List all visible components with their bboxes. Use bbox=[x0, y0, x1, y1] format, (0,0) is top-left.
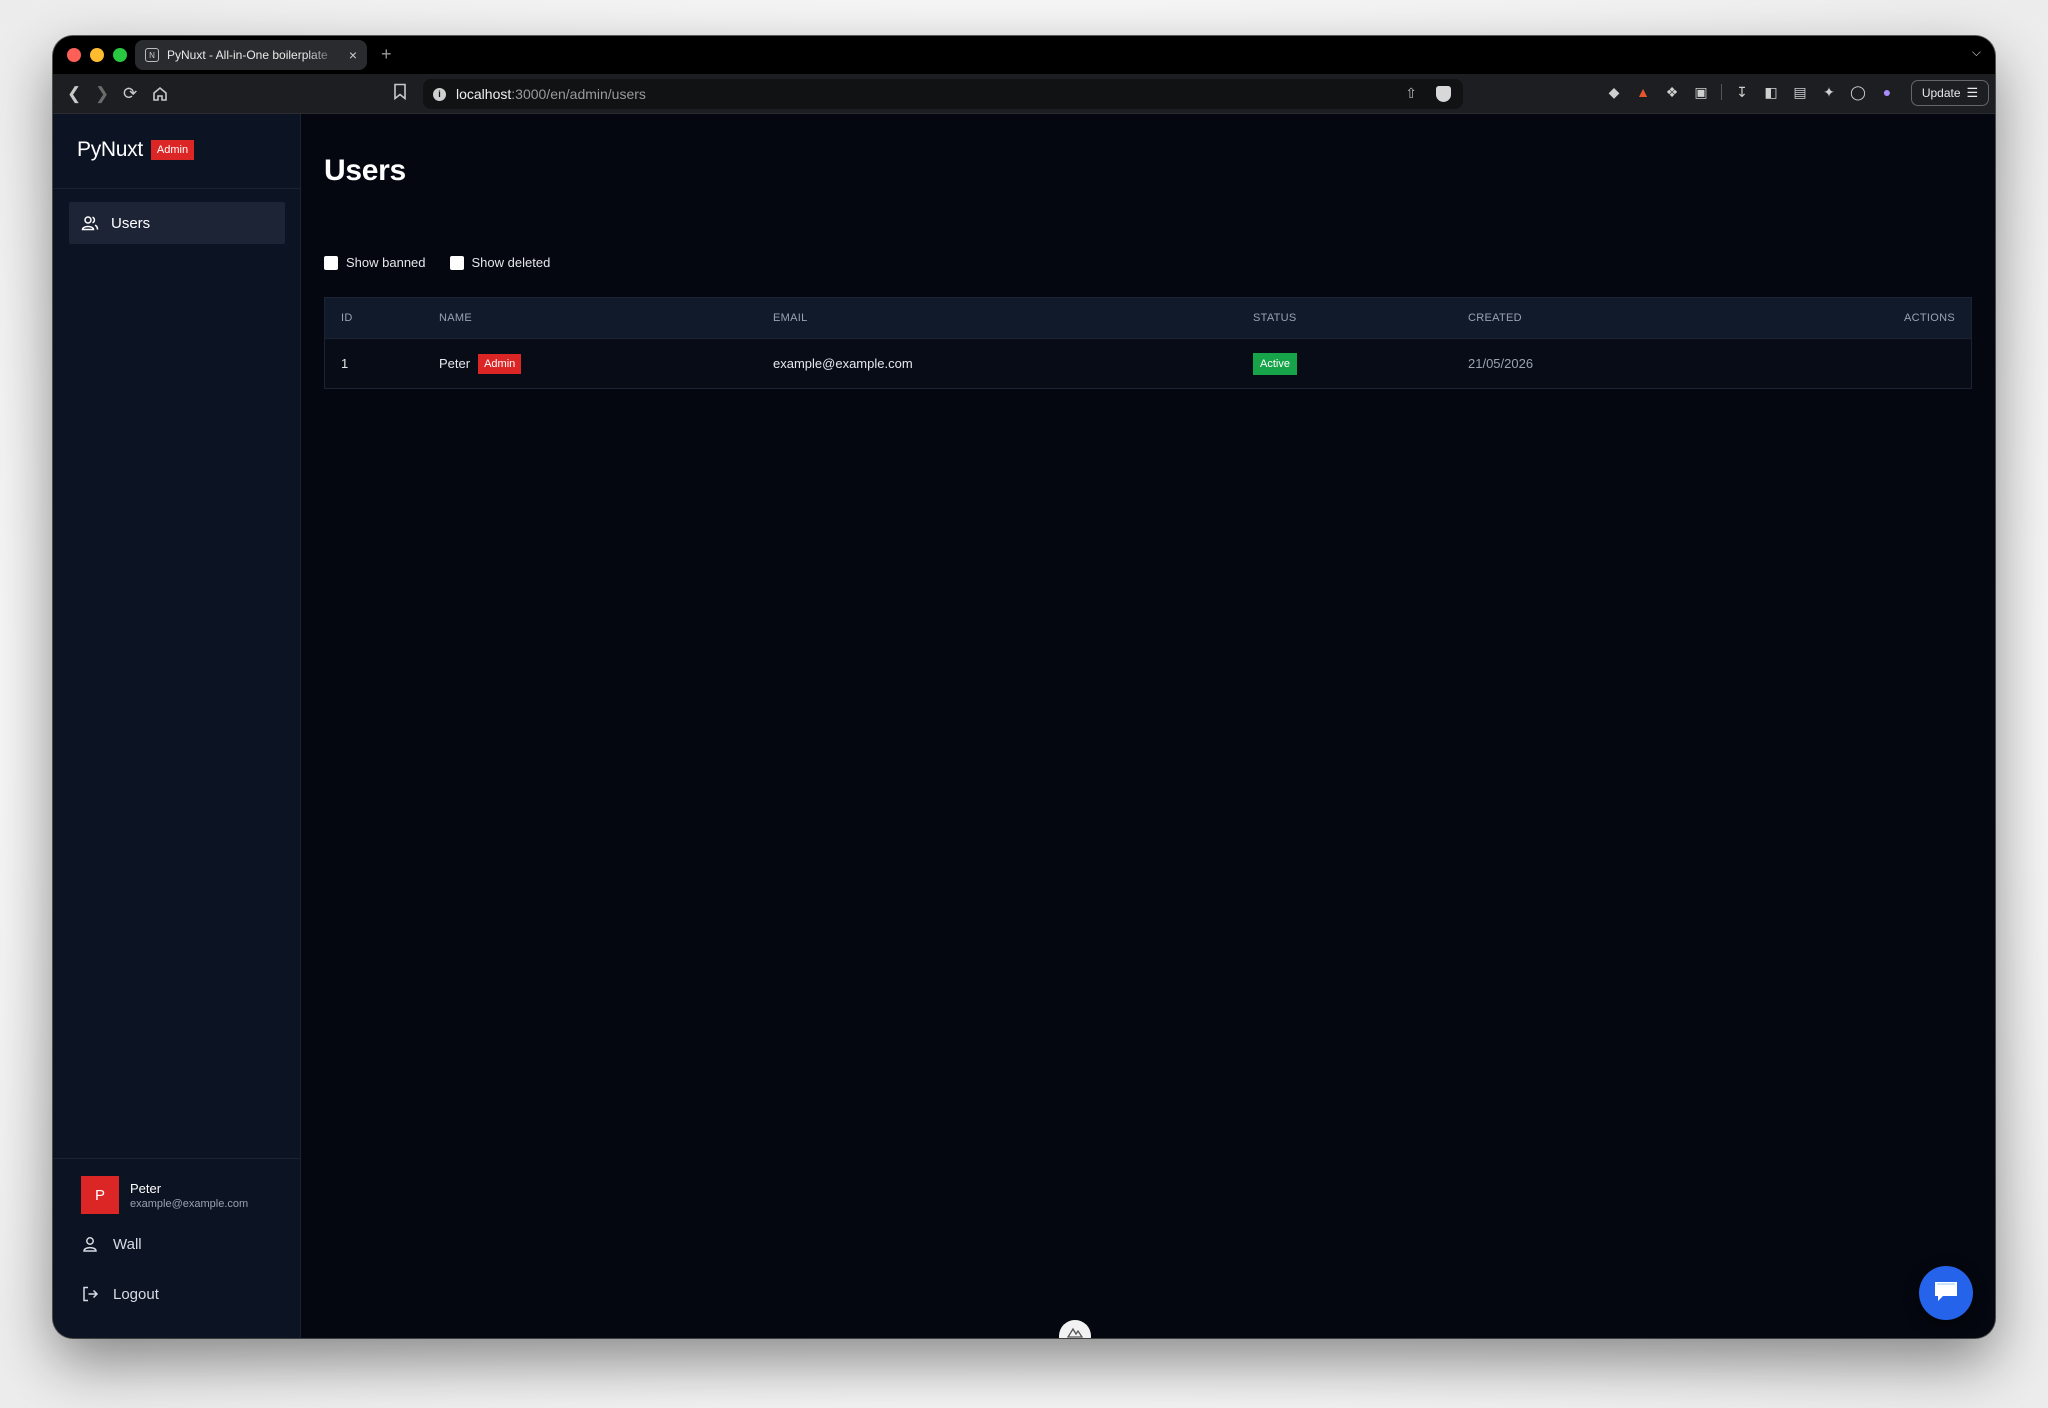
home-icon[interactable] bbox=[151, 82, 169, 103]
cell-id: 1 bbox=[341, 356, 349, 371]
user-icon bbox=[81, 1235, 99, 1253]
brand[interactable]: PyNuxt Admin bbox=[77, 138, 195, 162]
show-deleted-checkbox[interactable] bbox=[449, 255, 464, 270]
url-path: :3000/en/admin/users bbox=[511, 86, 646, 102]
users-table: ID NAME EMAIL STATUS CREATED ACTIONS 1 P… bbox=[324, 297, 1972, 389]
sidebar-link-label: Logout bbox=[113, 1285, 159, 1303]
tab-close-icon[interactable]: × bbox=[349, 47, 357, 63]
admin-badge: Admin bbox=[150, 140, 195, 160]
cell-name: Peter Admin bbox=[439, 353, 773, 374]
extensions-puzzle-icon[interactable]: ❖ bbox=[1663, 83, 1681, 101]
brave-shield-icon[interactable] bbox=[1436, 86, 1451, 102]
status-badge: Active bbox=[1253, 352, 1297, 375]
nuxt-logo-icon bbox=[1066, 1325, 1084, 1338]
reload-icon[interactable]: ⟳ bbox=[123, 82, 137, 106]
minimize-window-button[interactable] bbox=[90, 48, 104, 62]
address-bar[interactable]: i localhost:3000/en/admin/users ⇧ bbox=[423, 79, 1463, 109]
back-icon[interactable]: ❮ bbox=[67, 82, 81, 106]
favicon-icon: N bbox=[145, 48, 159, 62]
chat-bubble-icon bbox=[1932, 1278, 1960, 1309]
extension-icons: ◆ ▲ ❖ ▣ ↧ ◧ ▤ ✦ ◯ ● bbox=[1605, 83, 1896, 101]
sidebar-item-users[interactable]: Users bbox=[69, 202, 285, 244]
sidebar-divider bbox=[53, 1158, 300, 1159]
update-button[interactable]: Update ☰ bbox=[1911, 80, 1989, 106]
user-name: Peter bbox=[439, 356, 471, 371]
close-window-button[interactable] bbox=[67, 48, 81, 62]
wallet-icon[interactable]: ▤ bbox=[1791, 83, 1809, 101]
extension-diamond-icon[interactable]: ◆ bbox=[1605, 83, 1623, 101]
leo-ai-icon[interactable]: ✦ bbox=[1820, 83, 1838, 101]
profile-globe-icon[interactable]: ● bbox=[1878, 83, 1896, 101]
profile-info: Peter example@example.com bbox=[130, 1181, 248, 1210]
show-banned-filter[interactable]: Show banned bbox=[324, 255, 426, 270]
show-deleted-filter[interactable]: Show deleted bbox=[449, 255, 551, 270]
menu-hamburger-icon: ☰ bbox=[1966, 85, 1979, 100]
toolbar-separator bbox=[1721, 84, 1722, 100]
extension-box-icon[interactable]: ▣ bbox=[1692, 83, 1710, 101]
nuxt-devtools-button[interactable] bbox=[1059, 1320, 1091, 1338]
cell-status: Active bbox=[1253, 352, 1468, 375]
cell-email: example@example.com bbox=[773, 356, 913, 371]
window-controls bbox=[67, 48, 127, 62]
extension-fox-icon[interactable]: ▲ bbox=[1634, 83, 1652, 101]
browser-toolbar: ❮ ❯ ⟳ i localhost:3000/en/admin/users ⇧ … bbox=[53, 74, 1995, 114]
bookmark-icon[interactable] bbox=[393, 83, 407, 105]
browser-window: N PyNuxt - All-in-One boilerplate × + ⌵ … bbox=[53, 36, 1995, 1338]
browser-tab[interactable]: N PyNuxt - All-in-One boilerplate × bbox=[135, 40, 367, 70]
filter-label: Show banned bbox=[346, 255, 426, 270]
cell-created: 21/05/2026 bbox=[1468, 356, 1534, 371]
sidebar-link-logout[interactable]: Logout bbox=[81, 1285, 159, 1303]
url-host: localhost bbox=[456, 86, 512, 102]
tab-list-chevron-icon[interactable]: ⌵ bbox=[1972, 45, 1981, 60]
column-header-id[interactable]: ID bbox=[325, 312, 439, 324]
share-icon[interactable]: ⇧ bbox=[1405, 85, 1417, 102]
user-profile[interactable]: P Peter example@example.com bbox=[81, 1176, 248, 1214]
role-badge: Admin bbox=[478, 353, 522, 374]
column-header-created[interactable]: CREATED bbox=[1468, 312, 1768, 324]
sidebar: PyNuxt Admin Users P Peter example@examp… bbox=[53, 114, 301, 1338]
sidebar-link-label: Wall bbox=[113, 1235, 142, 1253]
sidebar-divider bbox=[53, 188, 300, 189]
update-label: Update bbox=[1921, 86, 1961, 100]
chat-button[interactable] bbox=[1919, 1266, 1973, 1320]
sidebar-toggle-icon[interactable]: ◧ bbox=[1762, 83, 1780, 101]
app-root: PyNuxt Admin Users P Peter example@examp… bbox=[53, 114, 1995, 1338]
column-header-actions: ACTIONS bbox=[1904, 312, 1955, 324]
column-header-email[interactable]: EMAIL bbox=[773, 312, 1253, 324]
users-icon bbox=[81, 214, 99, 232]
vpn-shield-icon[interactable]: ◯ bbox=[1849, 83, 1867, 101]
filter-label: Show deleted bbox=[471, 255, 551, 270]
column-header-status[interactable]: STATUS bbox=[1253, 312, 1468, 324]
maximize-window-button[interactable] bbox=[113, 48, 127, 62]
new-tab-button[interactable]: + bbox=[381, 44, 392, 65]
filters: Show banned Show deleted bbox=[324, 255, 550, 270]
sidebar-item-label: Users bbox=[111, 214, 151, 232]
site-info-icon[interactable]: i bbox=[433, 87, 446, 101]
profile-name: Peter bbox=[130, 1180, 162, 1196]
download-icon[interactable]: ↧ bbox=[1733, 83, 1751, 101]
page-title: Users bbox=[324, 154, 406, 187]
column-header-name[interactable]: NAME bbox=[439, 312, 773, 324]
url-text: localhost:3000/en/admin/users bbox=[456, 86, 646, 102]
tab-title: PyNuxt - All-in-One boilerplate bbox=[167, 48, 328, 62]
logout-icon bbox=[81, 1285, 99, 1303]
show-banned-checkbox[interactable] bbox=[324, 255, 338, 270]
table-row[interactable]: 1 Peter Admin example@example.com Active… bbox=[325, 338, 1971, 388]
sidebar-link-wall[interactable]: Wall bbox=[81, 1235, 142, 1253]
main-content: Users Show banned Show deleted ID NAME E… bbox=[301, 114, 1995, 1338]
brand-name: PyNuxt bbox=[77, 138, 143, 161]
avatar: P bbox=[81, 1176, 119, 1214]
profile-email: example@example.com bbox=[130, 1197, 249, 1210]
forward-icon[interactable]: ❯ bbox=[95, 82, 109, 106]
table-header: ID NAME EMAIL STATUS CREATED ACTIONS bbox=[325, 298, 1971, 338]
tab-bar: N PyNuxt - All-in-One boilerplate × + ⌵ bbox=[53, 36, 1995, 74]
